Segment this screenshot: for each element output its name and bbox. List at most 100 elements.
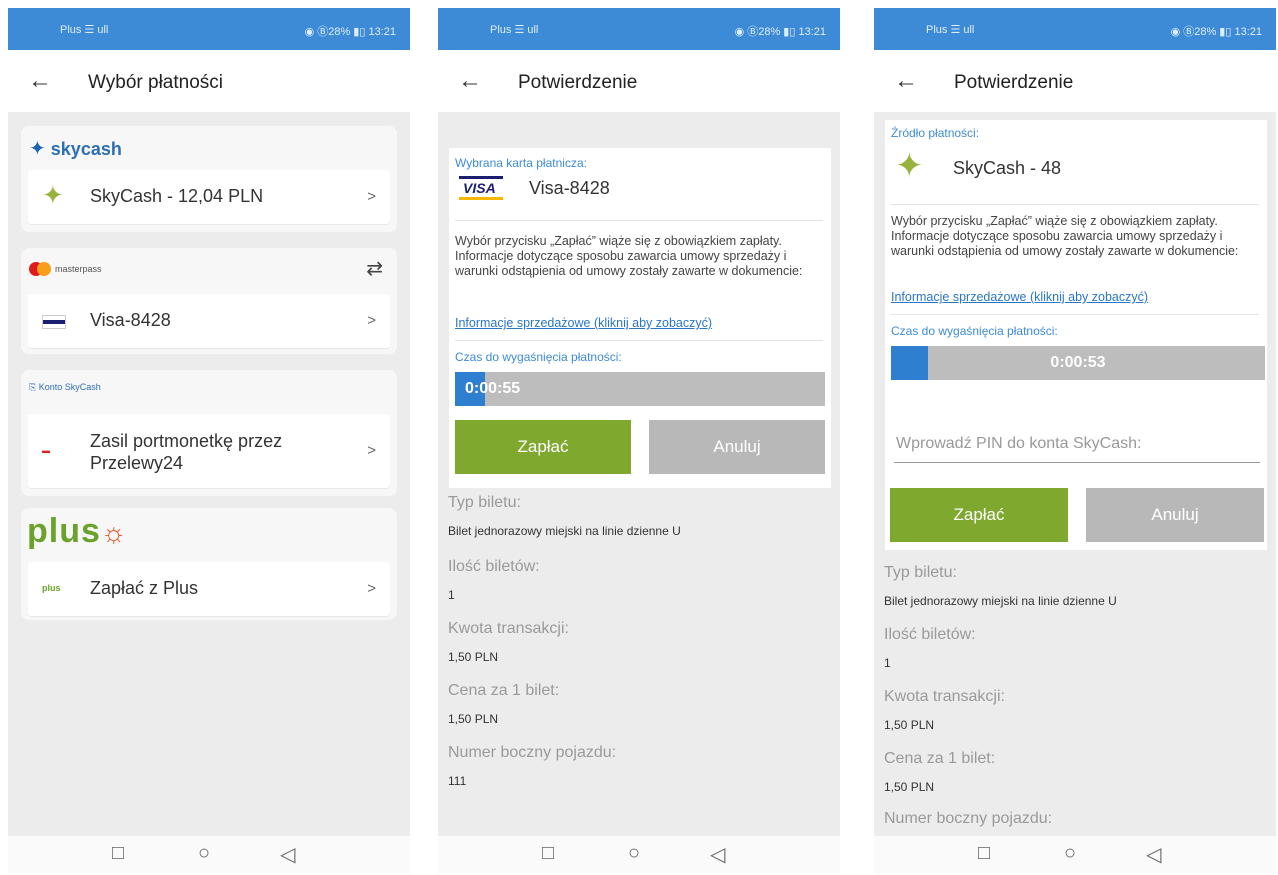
- detail-value: 1,50 PLN: [884, 718, 935, 732]
- status-bar: Plus ☰ ull ◉ Ⓑ28% ▮▯ 13:21: [438, 8, 840, 50]
- plus-small-icon: plus: [42, 583, 61, 593]
- back-arrow-icon[interactable]: ←: [894, 67, 918, 95]
- page-title: Wybór płatności: [88, 72, 223, 93]
- recent-apps-icon[interactable]: □: [542, 842, 554, 865]
- detail-value: 111: [448, 774, 467, 788]
- divider: [891, 204, 1259, 205]
- signal-indicator: Plus ☰ ull: [490, 24, 539, 36]
- detail-label: Numer boczny pojazdu:: [448, 744, 617, 761]
- swap-card-icon[interactable]: ⇄: [366, 256, 383, 281]
- system-nav-bar: □ ○ ◁: [874, 836, 1276, 874]
- detail-label: Typ biletu:: [884, 564, 957, 581]
- detail-label: Kwota transakcji:: [884, 688, 1005, 705]
- chevron-right-icon: >: [367, 580, 376, 597]
- phone-screen-card-confirmation: Plus ☰ ull ◉ Ⓑ28% ▮▯ 13:21 ← Potwierdzen…: [438, 8, 840, 874]
- signal-indicator: Plus ☰ ull: [60, 24, 109, 36]
- app-bar: ← Potwierdzenie: [874, 50, 1276, 112]
- source-name: SkyCash - 48: [953, 158, 1062, 178]
- option-label: Visa-8428: [90, 310, 171, 330]
- pin-field-wrapper: [894, 428, 1264, 463]
- detail-value: 1,50 PLN: [884, 780, 935, 794]
- home-icon[interactable]: ○: [198, 842, 210, 865]
- timer-caption: Czas do wygaśnięcia płatności:: [455, 350, 622, 364]
- sales-info-link[interactable]: Informacje sprzedażowe (kliknij aby zoba…: [891, 290, 1148, 304]
- plus-pay-option[interactable]: plus Zapłać z Plus >: [28, 562, 390, 616]
- cancel-button[interactable]: Anuluj: [649, 420, 825, 474]
- timer-value: 0:00:53: [1050, 354, 1106, 371]
- detail-label: Kwota transakcji:: [448, 620, 569, 637]
- pay-button[interactable]: Zapłać: [455, 420, 631, 474]
- detail-value: 1,50 PLN: [448, 650, 499, 664]
- ticket-details: Typ biletu: Bilet jednorazowy miejski na…: [874, 564, 1276, 834]
- masterpass-group: masterpass ⇄ Visa-8428 >: [21, 248, 397, 354]
- ticket-details: Typ biletu: Bilet jednorazowy miejski na…: [438, 494, 840, 794]
- status-bar: Plus ☰ ull ◉ Ⓑ28% ▮▯ 13:21: [8, 8, 410, 50]
- skycash-pin-input[interactable]: [894, 428, 1264, 460]
- chevron-right-icon: >: [367, 188, 376, 205]
- option-label: SkyCash - 12,04 PLN: [90, 186, 264, 206]
- skycash-logo: ✦ skycash: [29, 138, 122, 160]
- chevron-right-icon: >: [367, 442, 376, 459]
- przelewy24-topup-option[interactable]: ▬ Zasil portmonetkę przez Przelewy24 >: [28, 414, 390, 488]
- skycash-balance-option[interactable]: ✦ SkyCash - 12,04 PLN >: [28, 170, 390, 224]
- detail-label: Numer boczny pojazdu:: [884, 810, 1053, 827]
- back-arrow-icon[interactable]: ←: [458, 67, 482, 95]
- detail-value: 1: [884, 656, 891, 670]
- detail-value: Bilet jednorazowy miejski na linie dzien…: [448, 524, 681, 538]
- card-caption: Wybrana karta płatnicza:: [455, 156, 587, 170]
- page-title: Potwierdzenie: [518, 72, 638, 93]
- konto-skycash-logo: ⎘ Konto SkyCash: [29, 382, 101, 392]
- plus-sun-icon: ☼: [100, 517, 128, 548]
- home-icon[interactable]: ○: [628, 842, 640, 865]
- pay-button[interactable]: Zapłać: [890, 488, 1068, 542]
- back-icon[interactable]: ◁: [710, 842, 725, 867]
- back-icon[interactable]: ◁: [280, 842, 295, 867]
- confirmation-card: Wybrana karta płatnicza: VISA Visa-8428 …: [449, 148, 831, 488]
- divider: [455, 340, 823, 341]
- visa-card-option[interactable]: Visa-8428 >: [28, 294, 390, 348]
- detail-label: Typ biletu:: [448, 494, 521, 511]
- page-title: Potwierdzenie: [954, 72, 1074, 93]
- detail-value: 1,50 PLN: [448, 712, 499, 726]
- home-icon[interactable]: ○: [1064, 842, 1076, 865]
- payment-info-text: Wybór przycisku „Zapłać” wiąże się z obo…: [891, 214, 1239, 258]
- cancel-button[interactable]: Anuluj: [1086, 488, 1264, 542]
- recent-apps-icon[interactable]: □: [112, 842, 124, 865]
- phone-screen-skycash-confirmation: Plus ☰ ull ◉ Ⓑ28% ▮▯ 13:21 ← Potwierdzen…: [874, 8, 1276, 874]
- expiry-progress-bar: 0:00:53: [891, 346, 1265, 380]
- timer-value: 0:00:55: [465, 380, 521, 397]
- sales-info-link[interactable]: Informacje sprzedażowe (kliknij aby zoba…: [455, 316, 712, 330]
- system-nav-bar: □ ○ ◁: [8, 836, 410, 874]
- plus-logo: plus☼: [27, 512, 128, 550]
- status-right: ◉ Ⓑ28% ▮▯ 13:21: [304, 26, 396, 38]
- back-icon[interactable]: ◁: [1146, 842, 1161, 867]
- masterpass-logo: masterpass: [29, 260, 102, 278]
- expiry-progress-bar: 0:00:55: [455, 372, 825, 406]
- detail-label: Cena za 1 bilet:: [448, 682, 560, 699]
- payment-info-text: Wybór przycisku „Zapłać” wiąże się z obo…: [455, 234, 803, 278]
- system-nav-bar: □ ○ ◁: [438, 836, 840, 874]
- app-bar: ← Wybór płatności: [8, 50, 410, 112]
- status-right: ◉ Ⓑ28% ▮▯ 13:21: [1170, 26, 1262, 38]
- skycash-star-icon: ✦: [42, 180, 64, 210]
- source-caption: Źródło płatności:: [891, 126, 980, 140]
- phone-screen-payment-choice: Plus ☰ ull ◉ Ⓑ28% ▮▯ 13:21 ← Wybór płatn…: [8, 8, 410, 874]
- detail-label: Ilość biletów:: [448, 558, 540, 575]
- recent-apps-icon[interactable]: □: [978, 842, 990, 865]
- status-bar: Plus ☰ ull ◉ Ⓑ28% ▮▯ 13:21: [874, 8, 1276, 50]
- detail-value: Bilet jednorazowy miejski na linie dzien…: [884, 594, 1117, 608]
- konto-skycash-group: ⎘ Konto SkyCash ▬ Zasil portmonetkę prze…: [21, 370, 397, 496]
- timer-caption: Czas do wygaśnięcia płatności:: [891, 324, 1058, 338]
- visa-logo-icon: VISA: [459, 176, 503, 200]
- detail-label: Cena za 1 bilet:: [884, 750, 996, 767]
- skycash-group: ✦ skycash ✦ SkyCash - 12,04 PLN >: [21, 126, 397, 232]
- card-name: Visa-8428: [529, 178, 610, 198]
- app-bar: ← Potwierdzenie: [438, 50, 840, 112]
- detail-label: Ilość biletów:: [884, 626, 976, 643]
- back-arrow-icon[interactable]: ←: [28, 67, 52, 95]
- plus-group: plus☼ plus Zapłać z Plus >: [21, 508, 397, 620]
- confirmation-card: Źródło płatności: ✦ SkyCash - 48 Wybór p…: [885, 120, 1267, 550]
- divider: [455, 220, 823, 221]
- divider: [891, 314, 1259, 315]
- option-label: Zapłać z Plus: [90, 578, 199, 598]
